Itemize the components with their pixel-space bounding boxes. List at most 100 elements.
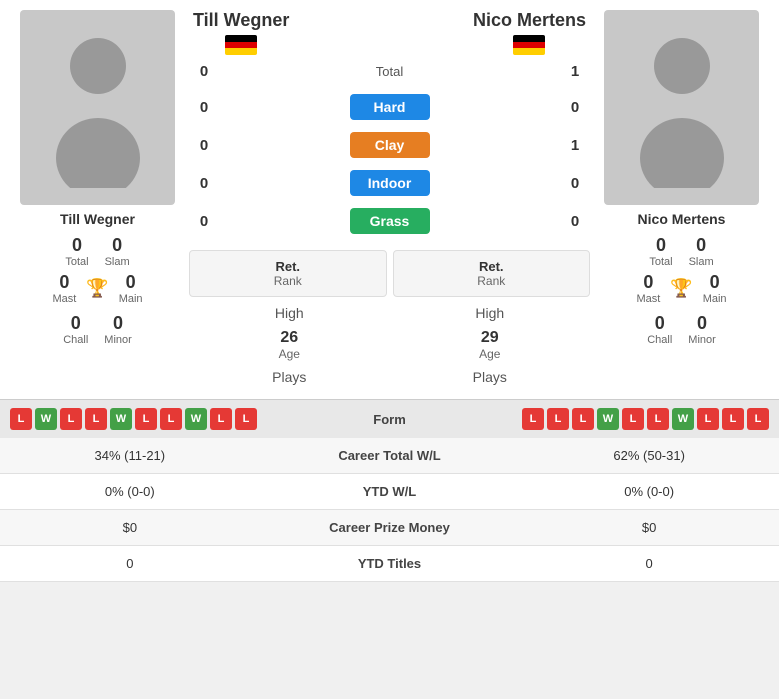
player2-form-badge: W — [672, 408, 694, 430]
grass-badge: Grass — [219, 208, 560, 234]
clay-score-right: 1 — [560, 137, 590, 154]
player2-rank-main: Ret. — [414, 259, 570, 274]
stats-center-3: YTD Titles — [260, 546, 520, 582]
plays-row: Plays Plays — [189, 369, 590, 385]
hard-badge: Hard — [219, 94, 560, 120]
player2-slam-col: 0 Slam — [689, 235, 714, 268]
player1-card: Till Wegner 0 Total 0 Slam 0 Mast 🏆 — [10, 10, 185, 389]
player1-main-value: 0 — [126, 272, 136, 293]
stats-left-1: 0% (0-0) — [0, 474, 260, 510]
player2-main-col: 0 Main — [703, 272, 727, 305]
hard-badge-label: Hard — [350, 94, 430, 120]
player2-rank-sub: Rank — [414, 274, 570, 288]
main-container: Till Wegner 0 Total 0 Slam 0 Mast 🏆 — [0, 0, 779, 582]
flag2-stripe-red — [513, 42, 545, 49]
stats-center-0: Career Total W/L — [260, 438, 520, 474]
player-section: Till Wegner 0 Total 0 Slam 0 Mast 🏆 — [0, 0, 779, 399]
clay-badge: Clay — [219, 132, 560, 158]
player2-form-badge: L — [747, 408, 769, 430]
player2-stats-row3: 0 Chall 0 Minor — [647, 313, 716, 346]
stats-row: 34% (11-21) Career Total W/L 62% (50-31) — [0, 438, 779, 474]
center-area: Till Wegner Nico Mertens — [189, 10, 590, 389]
player-header: Till Wegner Nico Mertens — [189, 10, 590, 55]
player1-chall-value: 0 — [71, 313, 81, 334]
player1-form-badge: W — [185, 408, 207, 430]
player2-total-col: 0 Total — [649, 235, 672, 268]
player2-trophy-icon: 🏆 — [670, 278, 692, 299]
player1-mast-value: 0 — [59, 272, 69, 293]
total-score-right: 1 — [560, 63, 590, 80]
stats-left-0: 34% (11-21) — [0, 438, 260, 474]
player2-form-badge: L — [547, 408, 569, 430]
player1-slam-col: 0 Slam — [105, 235, 130, 268]
player1-name: Till Wegner — [60, 211, 135, 227]
player1-age-label: Age — [279, 347, 300, 361]
flag-stripe-red — [225, 42, 257, 49]
player2-mast-label: Mast — [636, 293, 660, 305]
player2-avatar — [604, 10, 759, 205]
player2-age-value: 29 — [481, 329, 499, 347]
player1-form-badge: L — [10, 408, 32, 430]
player1-high: High — [189, 305, 390, 321]
player2-chall-col: 0 Chall — [647, 313, 672, 346]
player1-form-badge: L — [210, 408, 232, 430]
player2-form-badge: W — [597, 408, 619, 430]
grass-badge-label: Grass — [350, 208, 430, 234]
indoor-badge: Indoor — [219, 170, 560, 196]
flag2-stripe-black — [513, 35, 545, 42]
clay-badge-label: Clay — [350, 132, 430, 158]
clay-score-left: 0 — [189, 137, 219, 154]
player2-name-top: Nico Mertens — [473, 10, 586, 31]
player2-plays: Plays — [390, 369, 591, 385]
player1-minor-label: Minor — [104, 334, 132, 346]
player2-form-badge: L — [697, 408, 719, 430]
flag-stripe-black — [225, 35, 257, 42]
flag-stripe-gold — [225, 48, 257, 55]
player1-stats-row2: 0 Mast 🏆 0 Main — [52, 272, 142, 305]
grass-score-left: 0 — [189, 213, 219, 230]
player1-main-label: Main — [119, 293, 143, 305]
player1-name-top: Till Wegner — [193, 10, 289, 31]
player2-minor-label: Minor — [688, 334, 716, 346]
player2-main-label: Main — [703, 293, 727, 305]
total-label: Total — [219, 64, 560, 79]
player1-form-badge: L — [60, 408, 82, 430]
player1-plays: Plays — [189, 369, 390, 385]
player1-rank-main: Ret. — [210, 259, 366, 274]
player1-minor-col: 0 Minor — [104, 313, 132, 346]
hard-score-right: 0 — [560, 99, 590, 116]
stats-left-2: $0 — [0, 510, 260, 546]
stats-left-3: 0 — [0, 546, 260, 582]
form-label: Form — [330, 412, 450, 427]
player2-slam-label: Slam — [689, 256, 714, 268]
stats-row: 0 YTD Titles 0 — [0, 546, 779, 582]
player1-mast-label: Mast — [52, 293, 76, 305]
player2-age-col: 29 Age — [390, 329, 591, 361]
player1-rank-box: Ret. Rank — [189, 250, 387, 297]
player2-minor-col: 0 Minor — [688, 313, 716, 346]
player1-chall-col: 0 Chall — [63, 313, 88, 346]
player1-form-badges: LWLLWLLWLL — [10, 408, 326, 430]
high-row: High High — [189, 305, 590, 321]
player2-minor-value: 0 — [697, 313, 707, 334]
player2-age-label: Age — [479, 347, 500, 361]
player1-chall-label: Chall — [63, 334, 88, 346]
player1-total-col: 0 Total — [65, 235, 88, 268]
indoor-surface-row: 0 Indoor 0 — [189, 164, 590, 202]
player2-form-badge: L — [572, 408, 594, 430]
player2-form-badge: L — [522, 408, 544, 430]
player2-flag — [513, 35, 545, 55]
player2-rank-box: Ret. Rank — [393, 250, 591, 297]
player1-form-badge: L — [135, 408, 157, 430]
stats-right-0: 62% (50-31) — [519, 438, 779, 474]
player1-form-badge: L — [85, 408, 107, 430]
player1-age-value: 26 — [280, 329, 298, 347]
player2-header: Nico Mertens — [473, 10, 586, 55]
player1-total-label: Total — [65, 256, 88, 268]
flag2-stripe-gold — [513, 48, 545, 55]
player1-stats-row3: 0 Chall 0 Minor — [63, 313, 132, 346]
player2-stats-row1: 0 Total 0 Slam — [649, 235, 713, 268]
player2-chall-value: 0 — [655, 313, 665, 334]
player2-mast-value: 0 — [643, 272, 653, 293]
player1-flag — [225, 35, 257, 55]
